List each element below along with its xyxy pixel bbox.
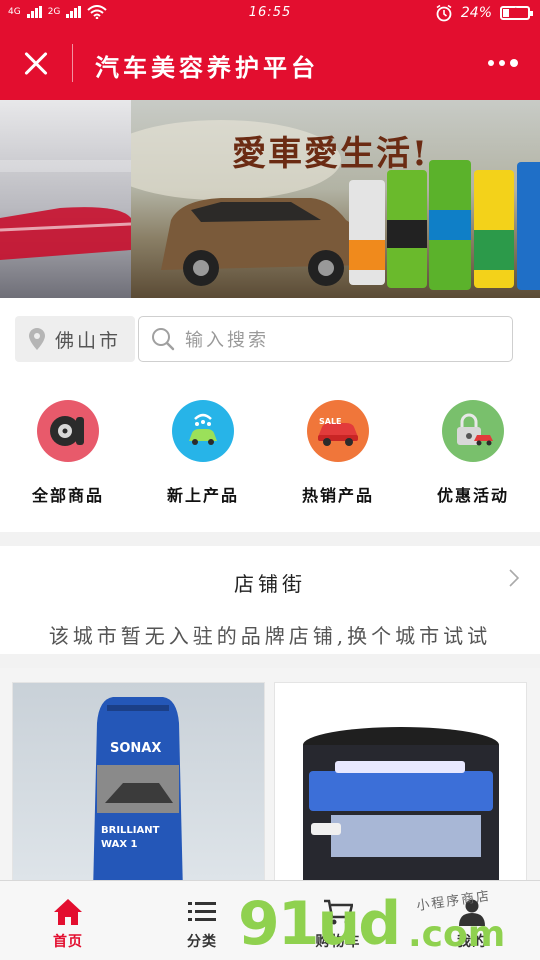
svg-text:SONAX: SONAX xyxy=(110,741,161,756)
search-icon xyxy=(152,328,175,351)
location-pin-icon xyxy=(29,328,45,350)
banner-prev-slide xyxy=(0,100,132,298)
tab-label: 分类 xyxy=(187,934,217,950)
category-new-products[interactable]: 新上产品 xyxy=(143,400,263,506)
status-bar: 4G 2G 16:55 24% ⚡ xyxy=(0,0,540,26)
tab-profile[interactable]: 我的 xyxy=(418,881,526,960)
city-selector[interactable]: 佛山市 xyxy=(15,316,135,362)
tab-bar: 首页 分类 购物车 我的 xyxy=(0,880,540,960)
shop-street-section: 店铺街 该城市暂无入驻的品牌店铺,换个城市试试 xyxy=(0,546,540,654)
product-card[interactable]: SONAX BRILLIANT WAX 1 xyxy=(12,682,265,892)
search-row: 佛山市 输入搜索 xyxy=(0,298,540,378)
category-label: 全部商品 xyxy=(31,486,104,505)
product-cans-image xyxy=(349,160,540,290)
lock-car-icon xyxy=(442,400,504,462)
search-input[interactable]: 输入搜索 xyxy=(138,316,513,362)
category-promotions[interactable]: 优惠活动 xyxy=(413,400,533,506)
cart-icon xyxy=(323,897,353,927)
tab-cart[interactable]: 购物车 xyxy=(284,881,392,960)
shop-street-title[interactable]: 店铺街 xyxy=(0,568,540,597)
category-label: 热销产品 xyxy=(301,486,374,505)
product-card[interactable] xyxy=(274,682,527,892)
category-label: 优惠活动 xyxy=(436,486,509,505)
category-label: 新上产品 xyxy=(166,486,239,505)
svg-text:SALE: SALE xyxy=(319,417,342,426)
chevron-right-icon[interactable] xyxy=(508,568,520,588)
status-right: 24% ⚡ xyxy=(435,4,533,22)
battery-percent: 24% xyxy=(460,5,492,21)
page-title: 汽车美容养护平台 xyxy=(95,53,319,82)
tab-category[interactable]: 分类 xyxy=(148,881,256,960)
more-options-button[interactable] xyxy=(488,54,522,72)
product-image-waterproof-wax xyxy=(303,727,499,891)
list-icon xyxy=(187,897,217,927)
red-car-image xyxy=(0,160,132,260)
tab-label: 我的 xyxy=(457,934,487,950)
category-hot-products[interactable]: SALE 热销产品 xyxy=(278,400,398,506)
tab-label: 购物车 xyxy=(315,934,361,950)
shop-empty-message: 该城市暂无入驻的品牌店铺,换个城市试试 xyxy=(48,624,492,648)
car-wash-icon xyxy=(172,400,234,462)
city-label: 佛山市 xyxy=(55,329,122,352)
suv-image xyxy=(161,198,366,286)
product-grid: SONAX BRILLIANT WAX 1 xyxy=(0,668,540,892)
banner-slogan: 愛車愛生活! xyxy=(232,134,429,174)
alarm-icon xyxy=(436,4,452,22)
tab-home[interactable]: 首页 xyxy=(14,881,122,960)
tire-icon xyxy=(37,400,99,462)
user-icon xyxy=(457,897,487,927)
category-grid: 全部商品 新上产品 SALE 热销产品 优惠活动 xyxy=(0,378,540,532)
product-image-sonax-wax: SONAX BRILLIANT WAX 1 xyxy=(93,697,183,891)
nav-divider xyxy=(72,44,73,82)
category-all-products[interactable]: 全部商品 xyxy=(8,400,128,506)
search-placeholder: 输入搜索 xyxy=(185,330,269,351)
battery-icon: ⚡ xyxy=(500,5,533,20)
nav-bar: 汽车美容养护平台 xyxy=(0,26,540,100)
tab-label: 首页 xyxy=(53,934,83,950)
sale-car-icon: SALE xyxy=(307,400,369,462)
svg-text:BRILLIANT: BRILLIANT xyxy=(101,825,160,836)
home-icon xyxy=(53,897,83,927)
svg-text:WAX 1: WAX 1 xyxy=(101,839,138,850)
promo-banner[interactable]: 愛車愛生活! xyxy=(0,100,540,298)
close-button[interactable] xyxy=(18,46,54,82)
